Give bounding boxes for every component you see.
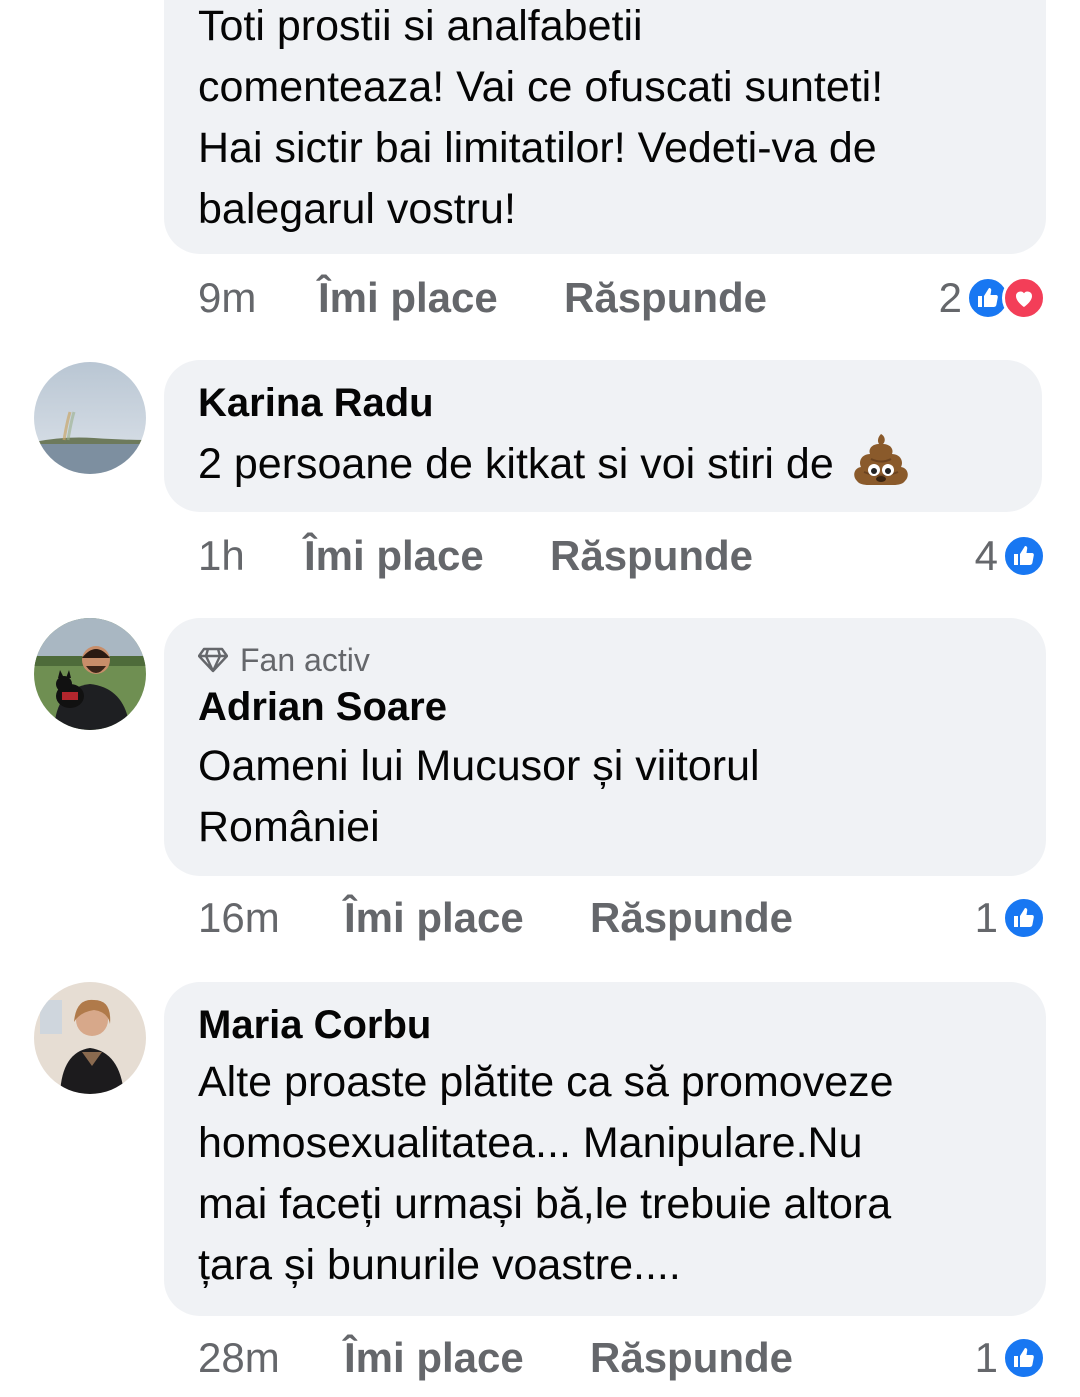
like-button[interactable]: Îmi place [344,1334,590,1382]
comment-text: Alte proaste plătite ca să promoveze hom… [198,1052,1012,1296]
comment-actions: 28m Îmi place Răspunde 1 [198,1328,1046,1388]
comment-text-line: Oameni lui Mucusor și viitorul [198,742,760,790]
like-button[interactable]: Îmi place [318,274,564,322]
like-icon [1002,896,1046,940]
comment-bubble: Karina Radu 2 persoane de kitkat si voi … [164,360,1042,512]
comment-text-line: mai faceți urmași bă,le trebuie altora [198,1180,892,1228]
comment-text: Oameni lui Mucusor și viitorul României [198,736,1012,858]
avatar[interactable] [34,982,146,1094]
comment-bubble: Fan activ Adrian Soare Oameni lui Mucuso… [164,618,1046,876]
comment-text-line: Alte proaste plătite ca să promoveze [198,1058,894,1106]
comment-actions: 9m Îmi place Răspunde 2 [198,268,1046,328]
comment-text-line: țara și bunurile voastre.... [198,1241,681,1289]
comment-text-line: Toti prostii si analfabetii [198,2,643,50]
comment-time[interactable]: 16m [198,894,344,942]
comment-author[interactable]: Karina Radu [198,380,1008,426]
reply-button[interactable]: Răspunde [590,1334,793,1382]
reply-button[interactable]: Răspunde [550,532,753,580]
like-button[interactable]: Îmi place [304,532,550,580]
pile-of-poo-emoji [853,434,908,485]
comment-author[interactable]: Maria Corbu [198,1002,1012,1048]
reaction-summary[interactable]: 4 [975,532,1046,580]
like-button[interactable]: Îmi place [344,894,590,942]
comment-actions: 1h Îmi place Răspunde 4 [198,526,1046,586]
reply-button[interactable]: Răspunde [590,894,793,942]
like-icon [1002,534,1046,578]
reaction-summary[interactable]: 2 [939,274,1046,322]
reaction-count: 1 [974,894,998,941]
comment-author[interactable]: Adrian Soare [198,684,1012,730]
comment-text-line: României [198,803,380,851]
love-icon [1002,276,1046,320]
comment-text-line: balegarul vostru! [198,185,516,233]
reaction-count: 2 [938,274,962,321]
avatar[interactable] [34,362,146,474]
fan-badge: Fan activ [198,640,1012,680]
comment-text-line: 2 persoane de kitkat si voi stiri de [198,440,834,488]
comment-text: 2 persoane de kitkat si voi stiri de [198,432,1008,495]
comment-actions: 16m Îmi place Răspunde 1 [198,888,1046,948]
comment-time[interactable]: 9m [198,274,318,322]
comment-text-line: comenteaza! Vai ce ofuscati sunteti! [198,63,884,111]
comment-bubble: Maria Corbu Alte proaste plătite ca să p… [164,982,1046,1316]
fan-badge-label: Fan activ [240,642,370,678]
avatar[interactable] [34,618,146,730]
comment-text: Toti prostii si analfabetii comenteaza! … [198,0,1012,240]
comment-text-line: homosexualitatea... Manipulare.Nu [198,1119,863,1167]
reaction-summary[interactable]: 1 [975,1334,1046,1382]
reply-button[interactable]: Răspunde [564,274,767,322]
reaction-count: 1 [974,1334,998,1381]
like-icon [1002,1336,1046,1380]
comment-text-line: Hai sictir bai limitatilor! Vedeti-va de [198,124,877,172]
diamond-icon [198,647,228,673]
comment-time[interactable]: 28m [198,1334,344,1382]
comment-time[interactable]: 1h [198,532,304,580]
reaction-summary[interactable]: 1 [975,894,1046,942]
comment-bubble: Toti prostii si analfabetii comenteaza! … [164,0,1046,254]
reaction-count: 4 [974,532,998,579]
